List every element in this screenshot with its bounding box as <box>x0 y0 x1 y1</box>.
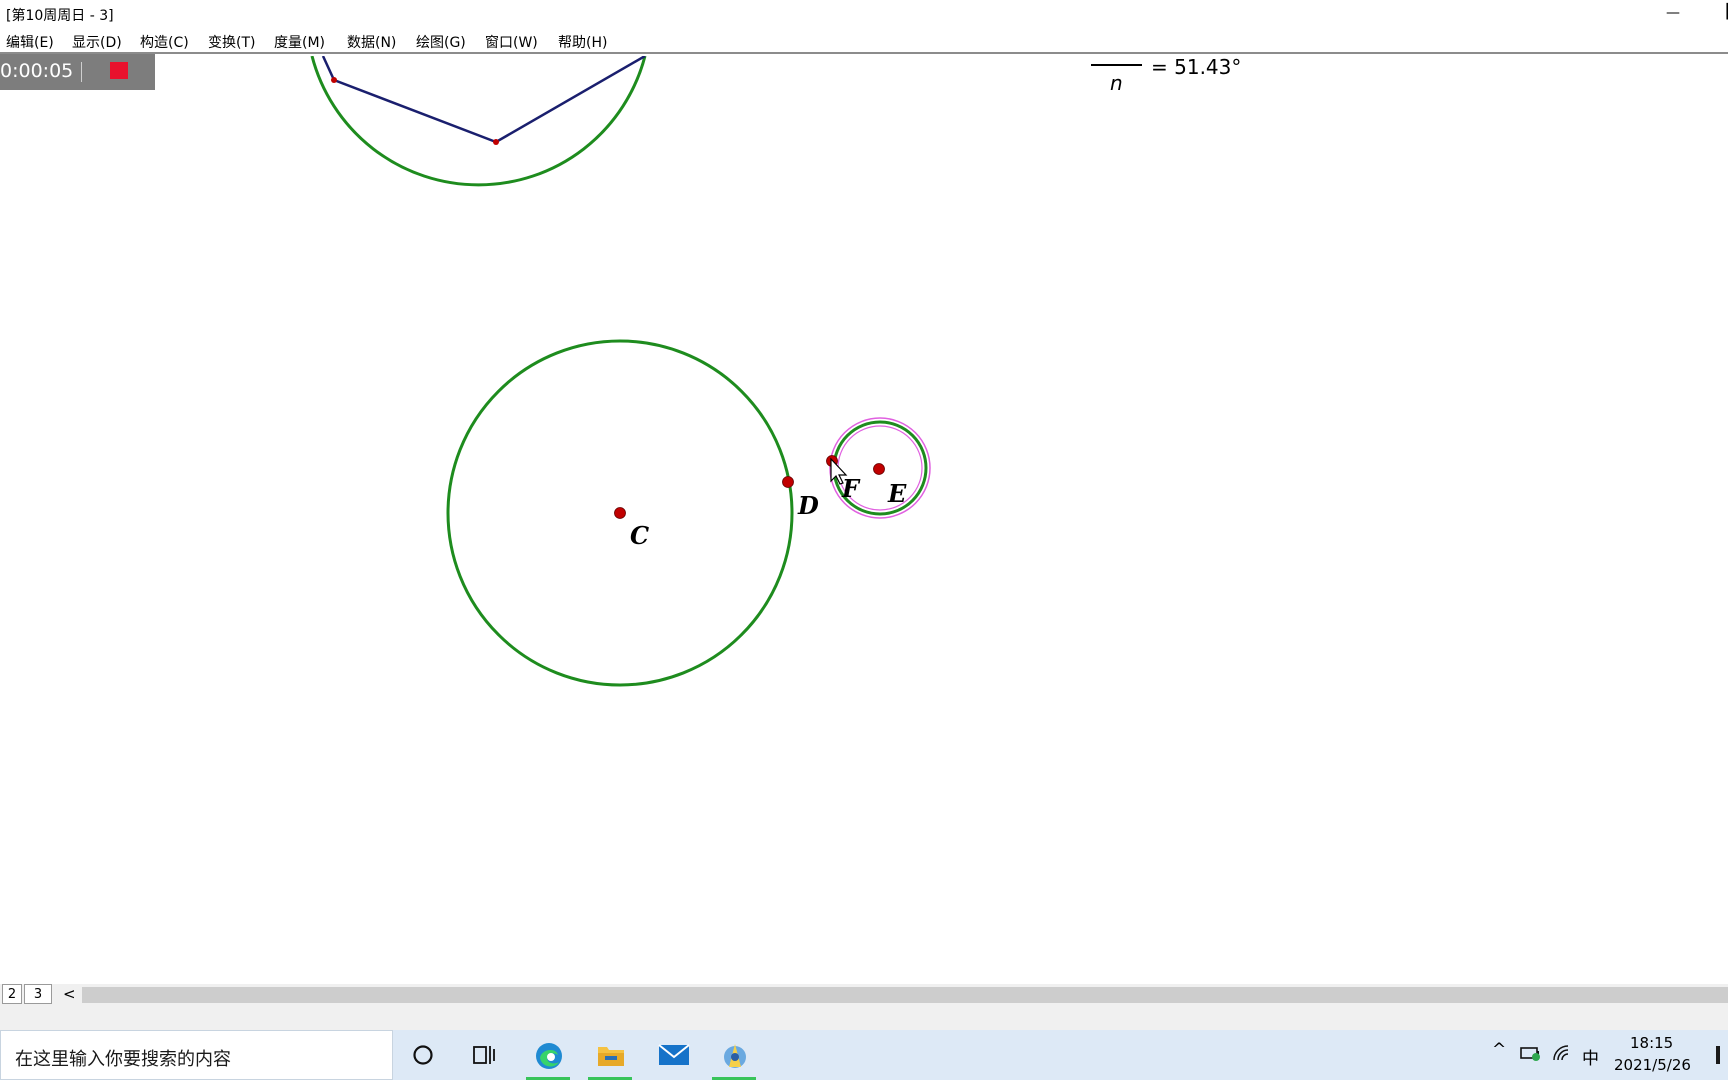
menu-window[interactable]: 窗口(W) <box>485 32 538 52</box>
windows-taskbar: 在这里输入你要搜索的内容 ^ 中 18:15 2021/5/26 <box>0 1030 1728 1080</box>
point-e[interactable] <box>873 463 885 475</box>
ime-indicator[interactable]: 中 <box>1582 1044 1599 1069</box>
status-bar <box>0 1006 1728 1030</box>
label-f[interactable]: F <box>841 474 861 503</box>
menu-display[interactable]: 显示(D) <box>72 32 122 52</box>
label-d[interactable]: D <box>797 491 819 520</box>
file-explorer-icon[interactable] <box>582 1030 638 1080</box>
recording-timer: 0:00:05 <box>0 60 74 82</box>
task-view-icon[interactable] <box>456 1030 512 1080</box>
label-e[interactable]: E <box>887 479 907 508</box>
polygon-circumcircle[interactable] <box>310 56 647 187</box>
screen-recorder-widget: 0:00:05 <box>0 54 155 90</box>
point-d[interactable] <box>782 476 794 488</box>
window-title: [第10周周日 - 3] <box>6 8 114 24</box>
recorder-divider <box>81 62 82 82</box>
battery-icon[interactable] <box>1520 1044 1542 1067</box>
menu-measure[interactable]: 度量(M) <box>274 32 325 52</box>
polygon-vertex-point[interactable] <box>493 139 499 145</box>
show-desktop-button[interactable] <box>1716 1046 1720 1064</box>
menu-graph[interactable]: 绘图(G) <box>416 32 466 52</box>
regular-polygon-edges[interactable] <box>321 56 646 144</box>
geometry-figure[interactable]: C D F E <box>0 56 1728 984</box>
label-c[interactable]: C <box>630 521 649 550</box>
taskbar-search-box[interactable]: 在这里输入你要搜索的内容 <box>0 1030 393 1080</box>
horizontal-scrollbar[interactable] <box>82 987 1728 1003</box>
polygon-vertex-point[interactable] <box>331 77 337 83</box>
measurement-denominator[interactable]: n <box>1110 71 1123 95</box>
scroll-left-icon[interactable]: < <box>63 984 76 1004</box>
menu-edit[interactable]: 编辑(E) <box>6 32 54 52</box>
page-tab-3[interactable]: 3 <box>24 984 52 1004</box>
taskbar-clock-date[interactable]: 2021/5/26 <box>1614 1056 1691 1074</box>
wifi-icon[interactable] <box>1552 1044 1574 1067</box>
minimize-button[interactable]: — <box>1655 0 1691 28</box>
fraction-bar <box>1091 64 1142 66</box>
geometers-sketchpad-icon[interactable] <box>706 1030 762 1080</box>
point-c[interactable] <box>614 507 626 519</box>
edge-browser-icon[interactable] <box>520 1030 576 1080</box>
stop-recording-button[interactable] <box>110 62 128 79</box>
menu-bar: 编辑(E) 显示(D) 构造(C) 变换(T) 度量(M) 数据(N) 绘图(G… <box>0 28 1728 54</box>
page-tab-bar: 2 3 < <box>0 984 1728 1006</box>
taskbar-search-placeholder: 在这里输入你要搜索的内容 <box>15 1049 231 1070</box>
sketch-canvas[interactable]: C D F E <box>0 56 1728 984</box>
window-titlebar: [第10周周日 - 3] — ▐ <box>0 0 1728 28</box>
measurement-value[interactable]: = 51.43° <box>1151 55 1241 79</box>
taskbar-clock-time[interactable]: 18:15 <box>1630 1034 1673 1052</box>
menu-help[interactable]: 帮助(H) <box>558 32 607 52</box>
cortana-icon[interactable] <box>395 1030 451 1080</box>
mail-icon[interactable] <box>644 1030 700 1080</box>
menu-transform[interactable]: 变换(T) <box>208 32 255 52</box>
menu-data[interactable]: 数据(N) <box>347 32 396 52</box>
page-tab-2[interactable]: 2 <box>2 984 22 1004</box>
maximize-button-partial[interactable]: ▐ <box>1721 4 1728 20</box>
tray-overflow-icon[interactable]: ^ <box>1492 1040 1506 1060</box>
menu-construct[interactable]: 构造(C) <box>140 32 189 52</box>
